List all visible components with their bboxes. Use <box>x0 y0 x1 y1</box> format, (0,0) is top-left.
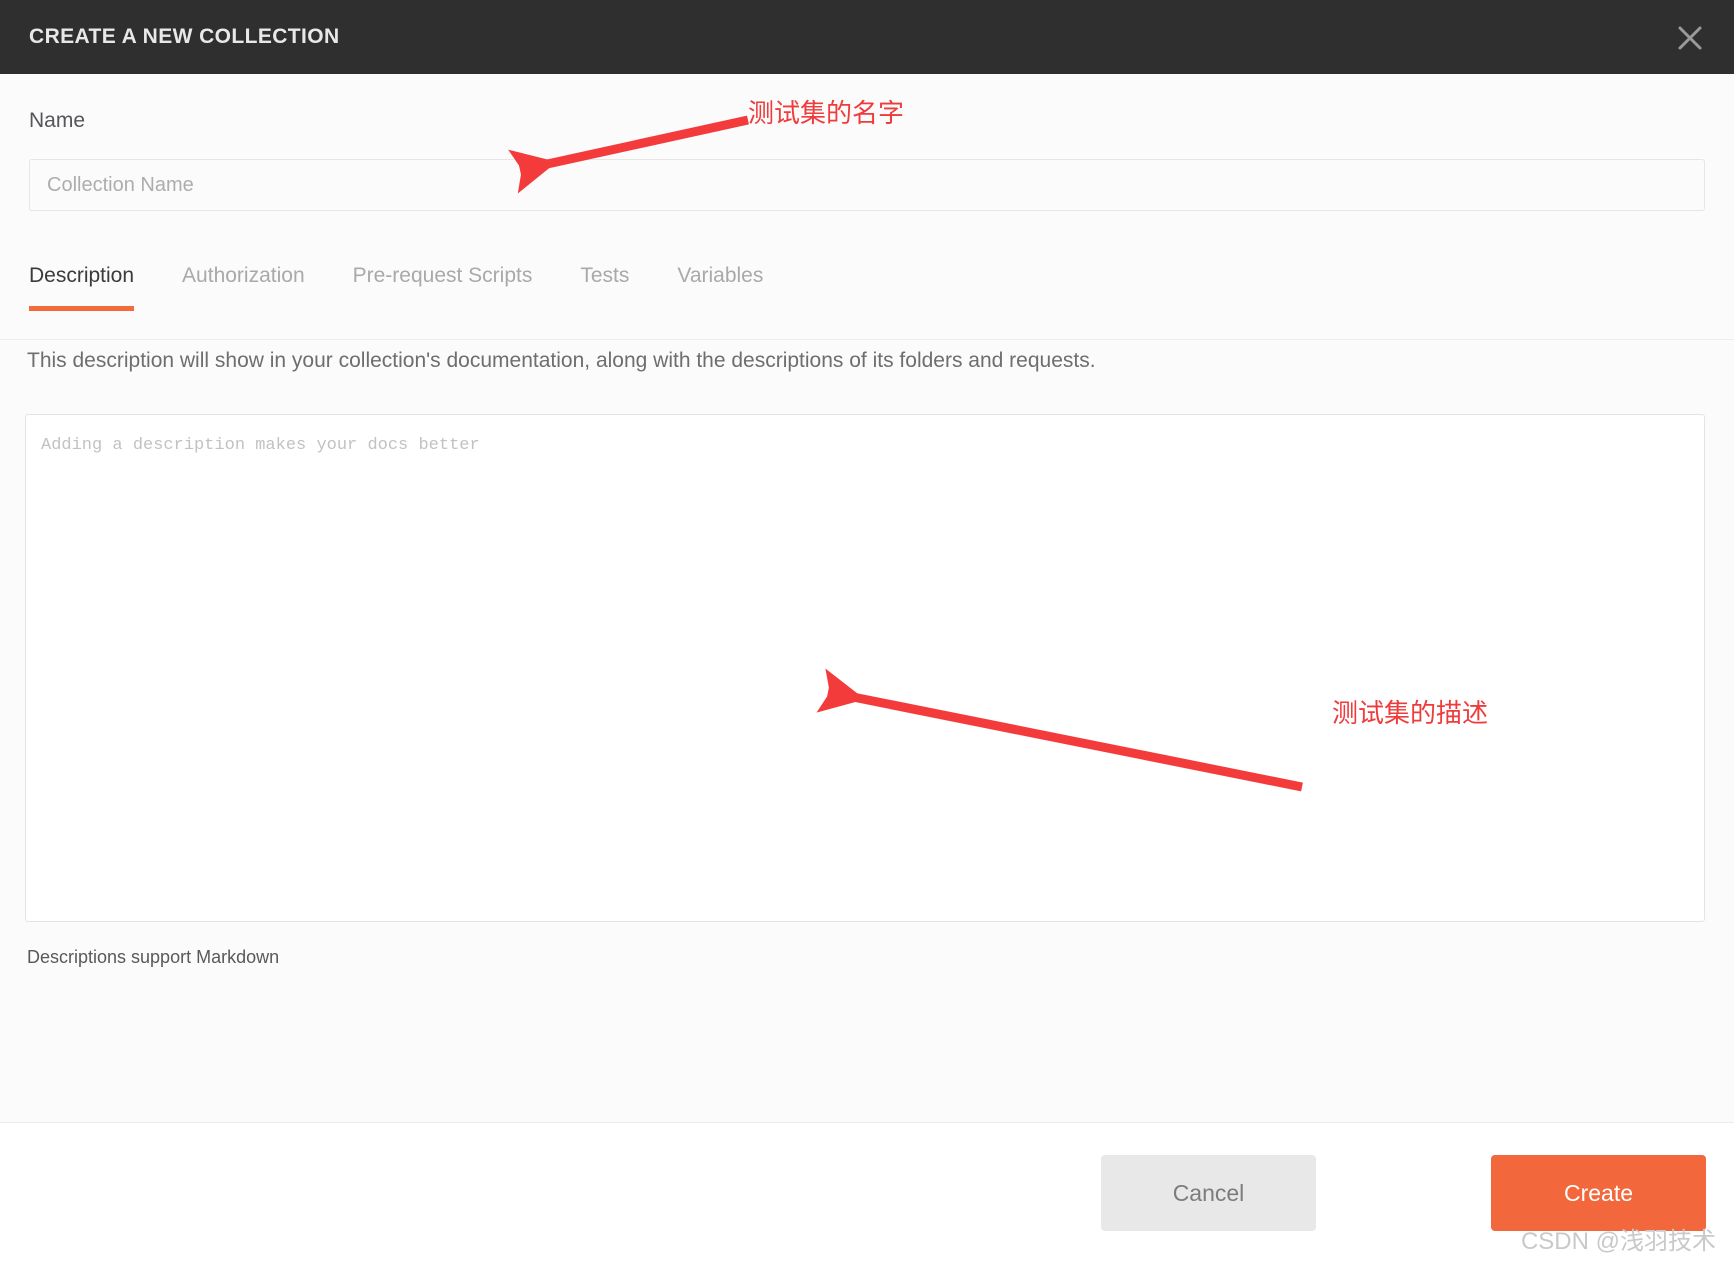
create-button[interactable]: Create <box>1491 1155 1706 1231</box>
tab-authorization[interactable]: Authorization <box>158 246 329 340</box>
tab-pre-request-scripts[interactable]: Pre-request Scripts <box>329 246 557 340</box>
tab-tests[interactable]: Tests <box>556 246 653 340</box>
markdown-support-note: Descriptions support Markdown <box>27 947 280 967</box>
modal-body: Name Description Authorization Pre-reque… <box>0 74 1734 1122</box>
description-help-text: This description will show in your colle… <box>27 349 1096 372</box>
name-input[interactable] <box>29 159 1705 211</box>
description-textarea[interactable] <box>25 414 1705 922</box>
cancel-button[interactable]: Cancel <box>1101 1155 1316 1231</box>
modal-footer: Cancel Create <box>0 1122 1734 1264</box>
tab-variables[interactable]: Variables <box>653 246 787 340</box>
create-collection-modal: CREATE A NEW COLLECTION Name Description… <box>0 0 1734 1264</box>
tab-bar: Description Authorization Pre-request Sc… <box>0 246 1734 340</box>
close-icon[interactable] <box>1670 18 1710 58</box>
modal-header: CREATE A NEW COLLECTION <box>0 0 1734 74</box>
tab-description[interactable]: Description <box>29 246 158 340</box>
watermark: CSDN @浅羽技术 <box>1520 1228 1716 1255</box>
page-title: CREATE A NEW COLLECTION <box>29 25 340 48</box>
name-label: Name <box>29 109 86 132</box>
